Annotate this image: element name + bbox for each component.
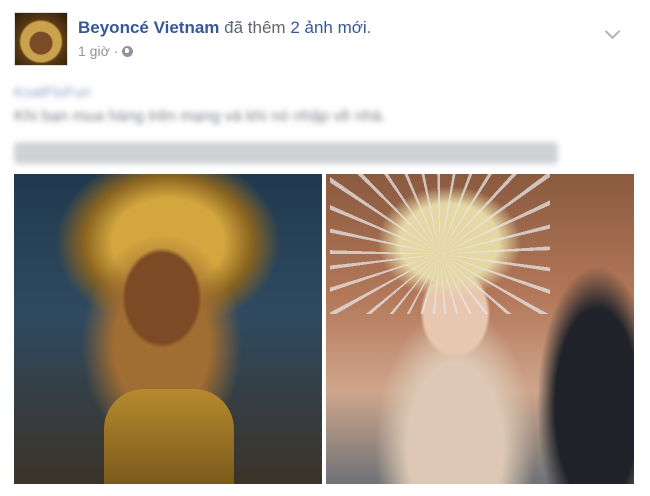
blurred-mention: KoalFloFun [14,84,91,101]
facebook-post: Beyoncé Vietnam đã thêm 2 ảnh mới. 1 giờ… [0,0,650,496]
chevron-down-icon[interactable] [604,23,621,40]
blurred-line [14,142,558,164]
title-period: . [366,18,372,37]
post-photo-1[interactable] [14,174,322,484]
post-action-text: đã thêm [224,18,286,37]
meta-separator: · [113,43,119,59]
globe-icon[interactable] [122,46,134,57]
post-timestamp[interactable]: 1 giờ [78,43,110,59]
photo-count-link[interactable]: 2 ảnh mới [290,18,366,37]
post-header: Beyoncé Vietnam đã thêm 2 ảnh mới. 1 giờ… [14,12,634,66]
page-name-link[interactable]: Beyoncé Vietnam [78,18,219,37]
post-photo-2[interactable] [326,174,634,484]
page-avatar[interactable] [14,12,68,66]
blurred-post-text: Khi bạn mua hàng trên mạng và khi nó nhậ… [14,108,386,125]
post-meta: 1 giờ · [78,43,134,59]
post-title-line: Beyoncé Vietnam đã thêm 2 ảnh mới. [78,18,371,38]
